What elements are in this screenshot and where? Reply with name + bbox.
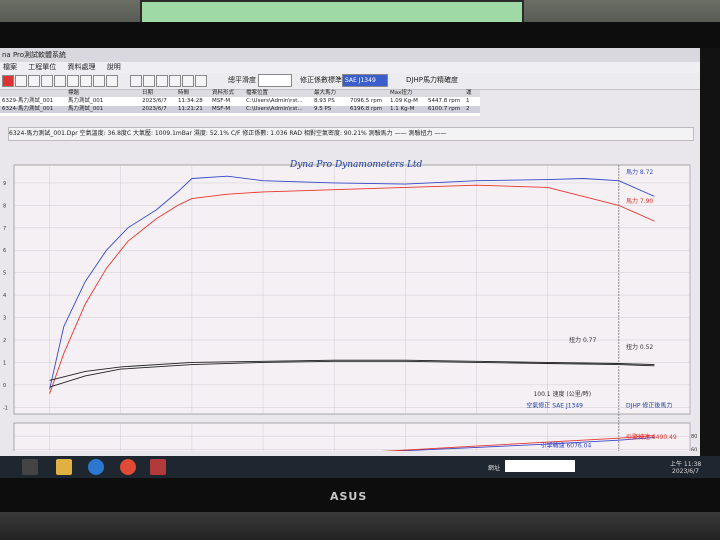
- smoothing-label: 總平滑度: [228, 76, 256, 84]
- legend-hp-blue: 馬力 8.72: [626, 168, 653, 176]
- y-tick-label: 60: [691, 447, 697, 451]
- menu-bar: 檔案 工程單位 資料處理 說明: [0, 62, 700, 73]
- y-tick-label: -1: [3, 405, 8, 411]
- legend-rpm-red: 引擎轉速 6490.49: [626, 433, 677, 441]
- window-title: na Pro測試軟體系統: [0, 48, 700, 62]
- table-row[interactable]: 6329-馬力測試_001 馬力測試_001 2023/6/7 11:34:28…: [0, 98, 480, 105]
- y-tick-label: 8: [3, 203, 6, 209]
- media-icon[interactable]: [22, 459, 38, 475]
- legend-rpm-blue: 引擎轉速 6076.04: [541, 441, 592, 449]
- save-icon[interactable]: [28, 75, 40, 87]
- compare-icon[interactable]: [106, 75, 118, 87]
- menu-process[interactable]: 資料處理: [67, 63, 95, 71]
- menu-units[interactable]: 工程單位: [28, 63, 56, 71]
- run-table: 標題 日期 時間 資料形式 檔案位置 最大馬力 Max扭力 運 6329-馬力測…: [0, 90, 480, 116]
- legend-djhp: DJHP 修正後馬力: [626, 401, 672, 409]
- chart-brand-title: Dyna Pro Dynamometers Ltd: [290, 160, 423, 170]
- close-file-icon[interactable]: [2, 75, 14, 87]
- djhp-label: DJHP馬力精確度: [406, 76, 458, 84]
- taskbar: 網址 上午 11:38 2023/6/7: [0, 456, 720, 478]
- y-tick-label: 7: [3, 226, 6, 232]
- report-icon[interactable]: [182, 75, 194, 87]
- legend-speed-marker: 100.1 速度 (公里/時): [533, 390, 591, 398]
- legend-hp-red: 馬力 7.90: [626, 197, 653, 205]
- grid-icon[interactable]: [80, 75, 92, 87]
- folder-icon[interactable]: [56, 459, 72, 475]
- standard-select[interactable]: SAE J1349: [342, 74, 388, 87]
- settings-icon[interactable]: [156, 75, 168, 87]
- monitor-edge: [700, 48, 720, 458]
- print-icon[interactable]: [41, 75, 53, 87]
- chart-icon[interactable]: [93, 75, 105, 87]
- menu-file[interactable]: 檔案: [3, 63, 17, 71]
- desktop-screen: na Pro測試軟體系統 檔案 工程單位 資料處理 說明 總平滑度 修正係數標準…: [0, 48, 700, 478]
- address-box[interactable]: [505, 460, 575, 472]
- info-icon[interactable]: [195, 75, 207, 87]
- toolbar: 總平滑度 修正係數標準 SAE J1349 DJHP馬力精確度: [0, 73, 700, 90]
- open-file-icon[interactable]: [15, 75, 27, 87]
- menu-help[interactable]: 說明: [107, 63, 121, 71]
- legend-correction-standard: 空氣修正 SAE J1349: [526, 401, 583, 409]
- export-icon[interactable]: [169, 75, 181, 87]
- test-conditions: 6324-馬力測試_001.Dpr 空氣溫度: 36.8度C 大氣壓: 1009…: [8, 127, 694, 141]
- top-plot-area: [13, 164, 691, 415]
- y-tick-label: 5: [3, 271, 6, 277]
- zoom-out-icon[interactable]: [67, 75, 79, 87]
- chrome-icon[interactable]: [120, 459, 136, 475]
- table-icon[interactable]: [143, 75, 155, 87]
- legend-torque-a: 扭力 0.77: [569, 336, 596, 344]
- clock-date: 2023/6/7: [672, 468, 699, 475]
- y-tick-label: 6: [3, 248, 6, 254]
- ie-icon[interactable]: [88, 459, 104, 475]
- y-tick-label: 9: [3, 181, 6, 187]
- monitor-brand-logo: ASUS: [330, 490, 368, 503]
- layout-icon[interactable]: [130, 75, 142, 87]
- table-header: 標題 日期 時間 資料形式 檔案位置 最大馬力 Max扭力 運: [0, 90, 480, 97]
- smoothing-slider[interactable]: [258, 74, 292, 87]
- desk-foreground: [0, 512, 720, 540]
- y-tick-label: 3: [3, 316, 6, 322]
- y-tick-label: 2: [3, 338, 6, 344]
- table-row[interactable]: 6324-馬力測試_001 馬力測試_001 2023/6/7 11:21:21…: [0, 106, 480, 113]
- address-label: 網址: [488, 465, 501, 472]
- standard-label: 修正係數標準: [300, 76, 342, 84]
- y-tick-label: 80: [691, 434, 697, 440]
- dyno-chart: 20304050607080901001109876543210-1806040…: [3, 164, 697, 451]
- legend-torque-b: 扭力 0.52: [626, 343, 653, 351]
- y-tick-label: 0: [3, 383, 6, 389]
- dynapro-app-icon[interactable]: [150, 459, 166, 475]
- y-tick-label: 4: [3, 293, 6, 299]
- zoom-in-icon[interactable]: [54, 75, 66, 87]
- y-tick-label: 1: [3, 360, 6, 366]
- clock-time: 上午 11:38: [670, 461, 702, 468]
